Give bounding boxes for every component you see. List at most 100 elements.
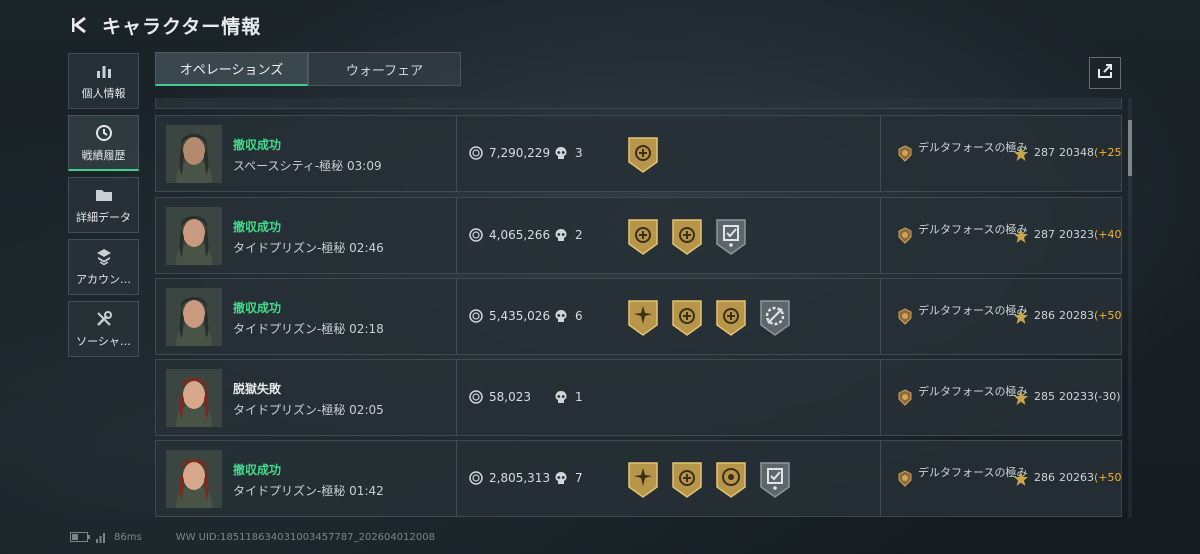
asset-value: 7,290,229: [469, 146, 550, 160]
rank-score: 20323(+40): [1059, 228, 1122, 241]
score-delta: (+50): [1094, 309, 1122, 322]
asset-amount: 58,023: [489, 390, 531, 404]
sidebar-item-label: 個人情報: [81, 87, 126, 100]
match-row[interactable]: 撤収成功 タイドプリズン-極秘 02:18 5,435,026 6 デルタフォー…: [155, 278, 1122, 355]
rank-score: 20233(-30): [1059, 390, 1121, 403]
kill-number: 2: [575, 228, 583, 242]
match-row[interactable]: 撤収成功 タイドプリズン-極秘 01:42 2,805,313 7 デルタフォー…: [155, 440, 1122, 517]
map-info: スペースシティ-極秘 03:09: [233, 157, 382, 174]
divider: [456, 441, 457, 516]
score-value: 20283: [1059, 309, 1094, 322]
gray-check-medal-icon[interactable]: [758, 461, 792, 499]
back-arrow-icon[interactable]: [70, 14, 92, 36]
divider: [456, 279, 457, 354]
kill-number: 6: [575, 309, 583, 323]
account-badge-icon: [94, 247, 114, 267]
score-value: 20348: [1059, 146, 1094, 159]
match-time: 01:42: [349, 484, 384, 498]
kill-count: 3: [554, 146, 583, 160]
gold-shield-medal-icon[interactable]: [626, 136, 660, 174]
map-name: タイドプリズン-極秘: [233, 241, 346, 255]
gold-shield-medal-icon[interactable]: [670, 299, 704, 337]
divider: [880, 198, 881, 273]
asset-value: 2,805,313: [469, 471, 550, 485]
gold-target-medal-icon[interactable]: [714, 461, 748, 499]
match-row[interactable]: 撤収成功 スペースシティ-極秘 03:09 7,290,229 3 デルタフォー…: [155, 115, 1122, 192]
signal-icon: [96, 531, 108, 543]
kill-number: 3: [575, 146, 583, 160]
kill-count: 7: [554, 471, 583, 485]
match-row[interactable]: 脱獄失敗 タイドプリズン-極秘 02:05 58,023 1 デルタフォースの極…: [155, 359, 1122, 436]
ping-text: 86ms: [114, 531, 142, 543]
share-icon: [1096, 62, 1114, 84]
sidebar-item-label: 詳細データ: [76, 211, 131, 224]
rank-emblem-icon: [896, 389, 914, 407]
score-delta: (+25): [1094, 146, 1122, 159]
extraction-status: 撤収成功: [233, 138, 282, 152]
scrollbar-thumb[interactable]: [1128, 120, 1132, 176]
asset-amount: 5,435,026: [489, 309, 551, 323]
match-time: 02:18: [349, 322, 384, 336]
divider: [880, 279, 881, 354]
coin-icon: [469, 390, 483, 404]
sidebar-item-label: 戦績履歴: [81, 148, 126, 162]
rank-emblem-icon: [896, 227, 914, 245]
extraction-status: 撤収成功: [233, 301, 282, 315]
skull-icon: [554, 228, 568, 242]
star-icon: [1013, 390, 1029, 406]
sidebar-item-social[interactable]: ソーシャ…: [68, 301, 139, 357]
rank-info: デルタフォースの極み: [896, 386, 1030, 407]
asset-value: 58,023: [469, 390, 531, 404]
divider: [456, 198, 457, 273]
match-history-list[interactable]: 撤収成功 スペースシティ-極秘 03:09 7,290,229 3 デルタフォー…: [155, 98, 1122, 522]
sidebar-item-personal-info[interactable]: 個人情報: [68, 53, 139, 109]
operator-avatar: [166, 125, 222, 183]
player-level: 287: [1034, 228, 1055, 241]
coin-icon: [469, 146, 483, 160]
operator-avatar: [166, 369, 222, 427]
gold-shield-medal-icon[interactable]: [714, 299, 748, 337]
sidebar-item-label: ソーシャ…: [76, 335, 131, 348]
operator-avatar: [166, 207, 222, 265]
operator-avatar: [166, 288, 222, 346]
gold-shield-medal-icon[interactable]: [670, 461, 704, 499]
coin-icon: [469, 309, 483, 323]
rank-emblem-icon: [896, 308, 914, 326]
list-scrollbar[interactable]: [1128, 98, 1132, 518]
gray-check-medal-icon[interactable]: [714, 218, 748, 256]
uid-text: WW UID:185118634031003457787_20260401200…: [175, 531, 435, 543]
sidebar-item-account[interactable]: アカウン…: [68, 239, 139, 295]
score-value: 20233: [1059, 390, 1094, 403]
kill-number: 1: [575, 390, 583, 404]
folder-icon: [94, 185, 114, 205]
sidebar-item-detail-data[interactable]: 詳細データ: [68, 177, 139, 233]
gold-shield-medal-icon[interactable]: [670, 218, 704, 256]
tab-warfare[interactable]: ウォーフェア: [308, 52, 461, 86]
extraction-status: 撤収成功: [233, 463, 282, 477]
asset-value: 4,065,266: [469, 228, 550, 242]
tab-operations[interactable]: オペレーションズ: [155, 52, 308, 86]
match-time: 02:46: [349, 241, 384, 255]
star-icon: [1013, 146, 1029, 162]
match-time: 02:05: [349, 403, 384, 417]
divider: [456, 116, 457, 191]
medal-list: [626, 461, 802, 499]
gold-sun-medal-icon[interactable]: [626, 461, 660, 499]
player-level: 286: [1034, 471, 1055, 484]
battery-icon: [70, 532, 90, 542]
share-button[interactable]: [1089, 57, 1121, 89]
tools-icon: [94, 309, 114, 329]
gold-shield-medal-icon[interactable]: [626, 218, 660, 256]
operator-avatar: [166, 450, 222, 508]
score-delta: (+40): [1094, 228, 1122, 241]
player-level: 287: [1034, 146, 1055, 159]
divider: [880, 441, 881, 516]
gold-sun-medal-icon[interactable]: [626, 299, 660, 337]
sidebar-item-battle-history[interactable]: 戦績履歴: [68, 115, 139, 171]
sidebar: 個人情報 戦績履歴 詳細データ アカウン… ソーシャ…: [68, 53, 140, 363]
score-delta: (-30): [1094, 390, 1121, 403]
match-row[interactable]: 撤収成功 タイドプリズン-極秘 02:46 4,065,266 2 デルタフォー…: [155, 197, 1122, 274]
score-value: 20323: [1059, 228, 1094, 241]
medal-list: [626, 299, 802, 337]
gray-gear-medal-icon[interactable]: [758, 299, 792, 337]
